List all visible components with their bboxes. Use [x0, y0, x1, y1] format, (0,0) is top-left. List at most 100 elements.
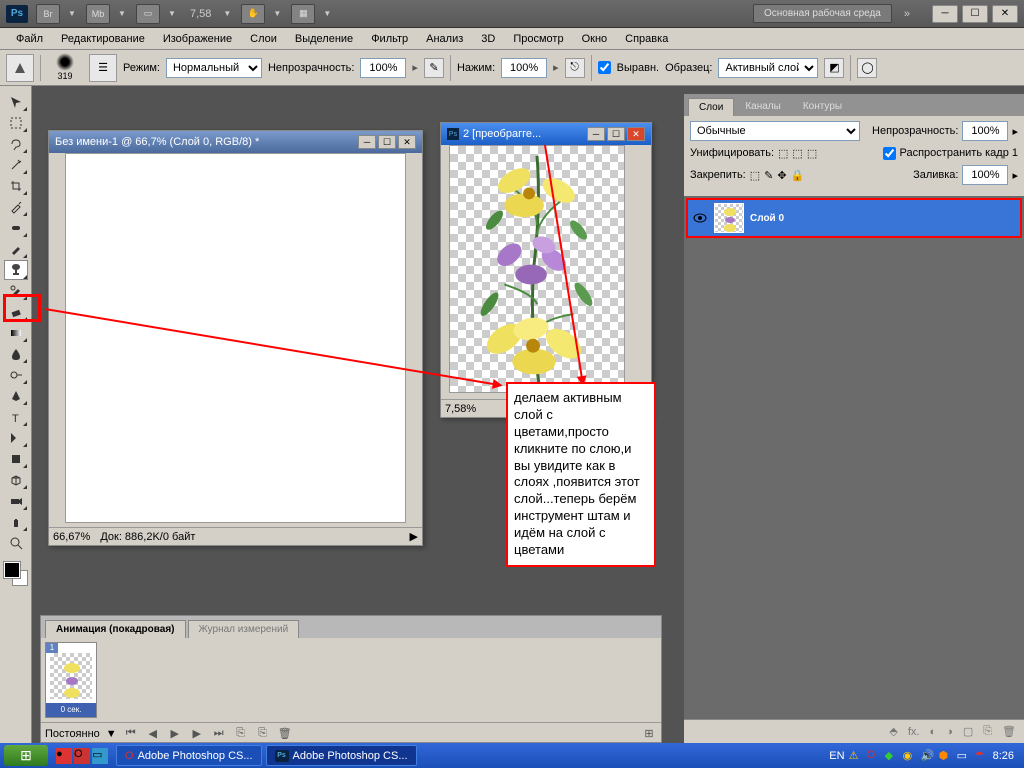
menu-image[interactable]: Изображение	[155, 31, 240, 47]
brush-panel-icon[interactable]: ☰	[89, 54, 117, 82]
unify-style-icon[interactable]: ⬚	[807, 147, 817, 160]
doc1-zoom[interactable]: 66,67%	[53, 531, 90, 543]
brush-tool[interactable]	[4, 239, 28, 259]
animation-tab[interactable]: Анимация (покадровая)	[45, 620, 186, 638]
tray-icon[interactable]: ◉	[903, 749, 917, 763]
menu-file[interactable]: Файл	[8, 31, 51, 47]
menu-view[interactable]: Просмотр	[505, 31, 571, 47]
doc1-min[interactable]: ─	[358, 135, 376, 149]
measurement-tab[interactable]: Журнал измерений	[188, 620, 300, 638]
new-layer-icon[interactable]: ⎘	[983, 725, 992, 738]
marquee-tool[interactable]	[4, 113, 28, 133]
start-button[interactable]: ⊞	[4, 745, 48, 766]
task-2[interactable]: PsAdobe Photoshop CS...	[266, 745, 417, 766]
zoom-tool[interactable]	[4, 533, 28, 553]
tray-icon[interactable]: 🔊	[921, 749, 935, 763]
tablet-size-icon[interactable]: ◯	[857, 58, 877, 78]
ql-icon[interactable]: ●	[56, 748, 72, 764]
arrange-icon[interactable]: ▦	[291, 4, 315, 24]
minimize-button[interactable]: ─	[932, 5, 958, 23]
doc2-titlebar[interactable]: Ps 2 [преобрагге... ─☐✕	[441, 123, 651, 145]
layer-0[interactable]: Слой 0	[686, 198, 1022, 238]
shape-tool[interactable]	[4, 449, 28, 469]
crop-tool[interactable]	[4, 176, 28, 196]
sample-select[interactable]: Активный слой	[718, 58, 818, 78]
type-tool[interactable]: T	[4, 407, 28, 427]
tablet-opacity-icon[interactable]: ✎	[424, 58, 444, 78]
lock-pixels-icon[interactable]: ✎	[764, 169, 773, 182]
blur-tool[interactable]	[4, 344, 28, 364]
prev-frame-button[interactable]: ◀	[145, 727, 161, 741]
airbrush-icon[interactable]: ⎋	[565, 58, 585, 78]
view-icon[interactable]: ▭	[136, 4, 160, 24]
channels-tab[interactable]: Каналы	[734, 97, 792, 116]
lock-pos-icon[interactable]: ✥	[777, 169, 786, 182]
menu-3d[interactable]: 3D	[473, 31, 503, 47]
delete-frame-button[interactable]: 🗑	[277, 727, 293, 741]
move-tool[interactable]	[4, 92, 28, 112]
menu-help[interactable]: Справка	[617, 31, 676, 47]
lang-indicator[interactable]: EN	[829, 750, 844, 762]
task-1[interactable]: OAdobe Photoshop CS...	[116, 745, 262, 766]
eyedropper-tool[interactable]	[4, 197, 28, 217]
brush-preview[interactable]: 319	[47, 53, 83, 83]
bridge-icon[interactable]: Br	[36, 4, 60, 24]
ql-icon[interactable]: ▭	[92, 748, 108, 764]
dodge-tool[interactable]	[4, 365, 28, 385]
aligned-checkbox[interactable]	[598, 61, 611, 74]
paths-tab[interactable]: Контуры	[792, 97, 853, 116]
tray-icon[interactable]: ☂	[975, 749, 989, 763]
propagate-checkbox[interactable]	[883, 147, 896, 160]
doc2-max[interactable]: ☐	[607, 127, 625, 141]
frame-1[interactable]: 1 0 сек.	[45, 642, 97, 718]
hand-icon[interactable]: ✋	[241, 4, 265, 24]
doc1-max[interactable]: ☐	[378, 135, 396, 149]
opacity-input[interactable]	[360, 58, 406, 78]
zoom-level[interactable]: 7,58	[186, 8, 215, 20]
tray-icon[interactable]: O	[867, 749, 881, 763]
close-button[interactable]: ✕	[992, 5, 1018, 23]
color-swatches[interactable]	[4, 562, 28, 586]
new-frame-button[interactable]: ⎘	[255, 727, 271, 741]
gradient-tool[interactable]	[4, 323, 28, 343]
menu-window[interactable]: Окно	[574, 31, 616, 47]
wand-tool[interactable]	[4, 155, 28, 175]
hand-tool[interactable]	[4, 512, 28, 532]
pen-tool[interactable]	[4, 386, 28, 406]
mask-icon[interactable]: ◐	[930, 726, 937, 738]
tray-icon[interactable]: ◆	[885, 749, 899, 763]
layers-tab[interactable]: Слои	[688, 98, 734, 116]
doc1-titlebar[interactable]: Без имени-1 @ 66,7% (Слой 0, RGB/8) * ─☐…	[49, 131, 422, 153]
unify-vis-icon[interactable]: ⬚	[792, 147, 802, 160]
timeline-toggle[interactable]: ⊞	[641, 727, 657, 741]
fill-input[interactable]	[962, 165, 1008, 185]
3d-tool[interactable]	[4, 470, 28, 490]
workspace-button[interactable]: Основная рабочая среда	[753, 4, 892, 23]
mode-select[interactable]: Нормальный	[166, 58, 262, 78]
next-frame-button[interactable]: ▶	[189, 727, 205, 741]
group-icon[interactable]: ▢	[963, 725, 973, 738]
first-frame-button[interactable]: ⏮	[123, 727, 139, 741]
3d-cam-tool[interactable]	[4, 491, 28, 511]
tray-icon[interactable]: ▭	[957, 749, 971, 763]
tray-icon[interactable]: ⬢	[939, 749, 953, 763]
ql-icon[interactable]: O	[74, 748, 90, 764]
doc2-min[interactable]: ─	[587, 127, 605, 141]
layer-opacity-input[interactable]	[962, 121, 1008, 141]
mb-icon[interactable]: Mb	[86, 4, 110, 24]
maximize-button[interactable]: ☐	[962, 5, 988, 23]
play-button[interactable]: ▶	[167, 727, 183, 741]
layer-name[interactable]: Слой 0	[750, 213, 784, 224]
doc1-canvas[interactable]	[65, 153, 406, 523]
ignore-adj-icon[interactable]: ◩	[824, 58, 844, 78]
menu-edit[interactable]: Редактирование	[53, 31, 153, 47]
path-tool[interactable]	[4, 428, 28, 448]
menu-select[interactable]: Выделение	[287, 31, 361, 47]
menu-layer[interactable]: Слои	[242, 31, 285, 47]
delete-layer-icon[interactable]: 🗑	[1002, 725, 1016, 738]
flow-input[interactable]	[501, 58, 547, 78]
loop-select[interactable]: Постоянно	[45, 728, 100, 740]
visibility-icon[interactable]	[692, 210, 708, 226]
lock-all-icon[interactable]: 🔒	[791, 169, 805, 182]
clock[interactable]: 8:26	[993, 750, 1014, 762]
